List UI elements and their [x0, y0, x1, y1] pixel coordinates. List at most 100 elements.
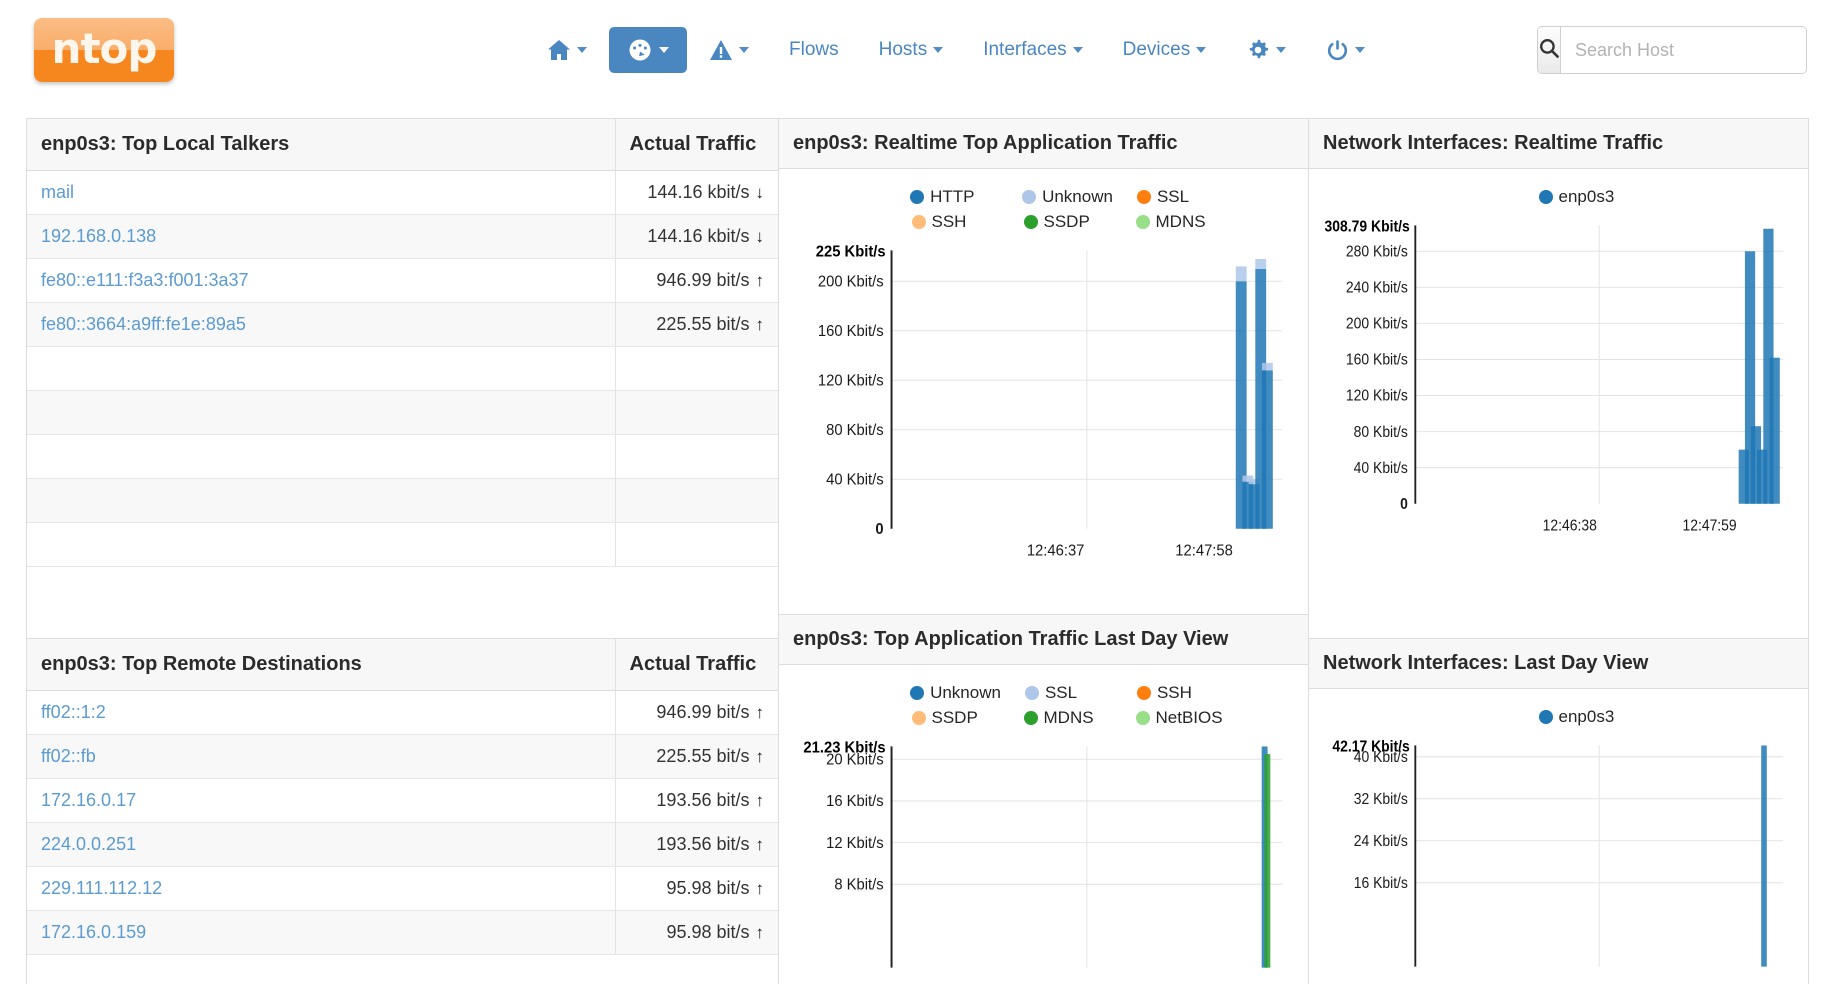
chart-realtime-net-interfaces[interactable]: enp0s3 0 40 Kbit/s 80 Kbit/s 120 Kbit/s 160 …: [1309, 169, 1808, 638]
nav-label-hosts: Hosts: [878, 39, 928, 60]
table-row: [27, 478, 778, 523]
legend-label: SSH: [1156, 683, 1192, 702]
y-axis-tick-label: 80 Kbit/s: [826, 422, 884, 439]
traffic-value: 95.98 bit/s: [666, 922, 750, 942]
table-row: [27, 390, 778, 435]
top-navbar: ntop Flows Hosts Interfaces Devices Sear…: [0, 0, 1835, 100]
host-link[interactable]: fe80::3664:a9ff:fe1e:89a5: [41, 314, 246, 334]
legend-item[interactable]: Unknown: [910, 683, 1001, 703]
arrow-up-icon: ↑: [755, 879, 765, 898]
panel-realtime-app-traffic: enp0s3: Realtime Top Application Traffic…: [779, 119, 1308, 615]
panel-day-net-interfaces: Network Interfaces: Last Day View enp0s3…: [1309, 639, 1808, 984]
legend-item[interactable]: SSDP: [911, 708, 1000, 728]
nav-label-interfaces: Interfaces: [983, 39, 1067, 60]
nav-item-settings[interactable]: [1228, 27, 1304, 73]
cell-traffic: 95.98 bit/s ↑: [614, 866, 778, 911]
legend-color-dot: [1538, 190, 1553, 204]
legend-item[interactable]: MDNS: [1135, 212, 1224, 232]
y-axis-tick-label: 120 Kbit/s: [1346, 388, 1408, 405]
col-header-traffic: Actual Traffic: [614, 639, 778, 691]
col-header-host: enp0s3: Top Local Talkers: [27, 119, 615, 171]
search-button[interactable]: [1538, 27, 1561, 73]
y-axis-tick-label: 32 Kbit/s: [1354, 791, 1408, 808]
host-link[interactable]: 192.168.0.138: [41, 226, 156, 246]
host-link[interactable]: mail: [41, 182, 74, 202]
chart-realtime-app-traffic[interactable]: HTTP Unknown SSL SSH SSDP MDNS 0 40 Kbit/s 80 K…: [779, 169, 1308, 614]
dashboard-gauge-icon: [627, 38, 653, 62]
nav-item-devices[interactable]: Devices: [1105, 28, 1225, 72]
legend-item[interactable]: HTTP: [910, 187, 998, 207]
traffic-value: 946.99 bit/s: [656, 270, 750, 290]
nav-label-devices: Devices: [1122, 39, 1191, 60]
y-axis-tick-label: 16 Kbit/s: [826, 793, 884, 810]
table-header-row: enp0s3: Top Remote Destinations Actual T…: [27, 639, 778, 691]
legend-item[interactable]: SSDP: [1023, 212, 1112, 232]
chevron-down-icon: [933, 47, 944, 53]
chevron-down-icon: [1276, 47, 1287, 53]
chart-day-app-traffic[interactable]: Unknown SSL SSH SSDP MDNS NetBIOS 8 Kbit/s 12 …: [779, 665, 1308, 984]
ntop-logo[interactable]: ntop: [34, 18, 174, 82]
legend-item[interactable]: SSH: [1136, 683, 1225, 703]
arrow-up-icon: ↑: [755, 703, 765, 722]
chevron-down-icon: [577, 47, 587, 53]
col-header-host: enp0s3: Top Remote Destinations: [27, 639, 615, 691]
tables-column: enp0s3: Top Local Talkers Actual Traffic…: [27, 119, 779, 984]
cell-host: fe80::3664:a9ff:fe1e:89a5: [27, 302, 615, 347]
host-link[interactable]: ff02::fb: [41, 746, 96, 766]
traffic-value: 144.16 kbit/s: [647, 226, 750, 246]
table-row: 192.168.0.138 144.16 kbit/s ↓: [27, 214, 778, 259]
legend-item[interactable]: NetBIOS: [1135, 708, 1224, 728]
legend-item[interactable]: SSL: [1136, 187, 1225, 207]
host-link[interactable]: 229.111.112.12: [41, 878, 162, 898]
chart-legend: enp0s3: [1315, 695, 1798, 731]
chevron-down-icon: [1355, 47, 1366, 53]
arrow-up-icon: ↑: [755, 271, 765, 290]
legend-color-dot: [1135, 711, 1150, 725]
legend-item[interactable]: SSH: [911, 212, 1000, 232]
arrow-up-icon: ↑: [755, 747, 765, 766]
legend-item[interactable]: enp0s3: [1538, 187, 1627, 207]
gear-icon: [1246, 38, 1270, 62]
nav-item-dashboard[interactable]: [609, 27, 687, 73]
search-box: [1537, 26, 1807, 74]
traffic-value: 225.55 bit/s: [656, 746, 750, 766]
nav-item-hosts[interactable]: Hosts: [861, 28, 962, 72]
x-axis-tick-label: 12:46:38: [1543, 518, 1597, 535]
search-input[interactable]: [1561, 27, 1806, 73]
host-link[interactable]: ff02::1:2: [41, 702, 106, 722]
host-link[interactable]: fe80::e111:f3a3:f001:3a37: [41, 270, 249, 290]
cell-host: mail: [27, 170, 615, 215]
host-link[interactable]: 224.0.0.251: [41, 834, 136, 854]
y-axis-tick-label: 24 Kbit/s: [1354, 833, 1408, 850]
dashboard-grid: enp0s3: Top Local Talkers Actual Traffic…: [26, 118, 1809, 984]
cell-host: [27, 390, 615, 435]
host-link[interactable]: 172.16.0.17: [41, 790, 136, 810]
table-header-row: enp0s3: Top Local Talkers Actual Traffic: [27, 119, 778, 171]
legend-item[interactable]: enp0s3: [1538, 707, 1627, 727]
cell-traffic: 946.99 bit/s ↑: [614, 690, 778, 735]
nav-item-flows[interactable]: Flows: [771, 28, 857, 72]
legend-item[interactable]: SSL: [1024, 683, 1113, 703]
chart-svg: 8 Kbit/s12 Kbit/s16 Kbit/s20 Kbit/s21.23…: [803, 739, 1283, 968]
table-row: fe80::e111:f3a3:f001:3a37 946.99 bit/s ↑: [27, 258, 778, 303]
legend-label: MDNS: [1155, 212, 1206, 231]
cell-host: [27, 522, 615, 567]
table-row: [27, 522, 778, 567]
legend-label: SSH: [931, 212, 967, 231]
table-row: 224.0.0.251 193.56 bit/s ↑: [27, 822, 778, 867]
panel-title-day-net-interfaces: Network Interfaces: Last Day View: [1309, 639, 1808, 689]
cell-traffic: 144.16 kbit/s ↓: [614, 170, 778, 215]
nav-item-interfaces[interactable]: Interfaces: [965, 28, 1100, 72]
nav-item-power[interactable]: [1308, 28, 1383, 73]
host-link[interactable]: 172.16.0.159: [41, 922, 146, 942]
nav-item-alerts[interactable]: [691, 28, 767, 72]
chart-legend: HTTP Unknown SSL SSH SSDP MDNS: [785, 175, 1298, 236]
legend-item[interactable]: Unknown: [1022, 187, 1113, 207]
arrow-down-icon: ↓: [755, 227, 765, 246]
nav-item-home[interactable]: [529, 28, 605, 72]
chart-day-net-interfaces[interactable]: enp0s3 16 Kbit/s 24 Kbit/s 32 Kbit/s 40 Kbi…: [1309, 689, 1808, 984]
legend-item[interactable]: MDNS: [1023, 708, 1112, 728]
warning-triangle-icon: [709, 39, 733, 61]
table-row: 172.16.0.17 193.56 bit/s ↑: [27, 778, 778, 823]
y-axis-tick-label: 80 Kbit/s: [1354, 424, 1408, 441]
